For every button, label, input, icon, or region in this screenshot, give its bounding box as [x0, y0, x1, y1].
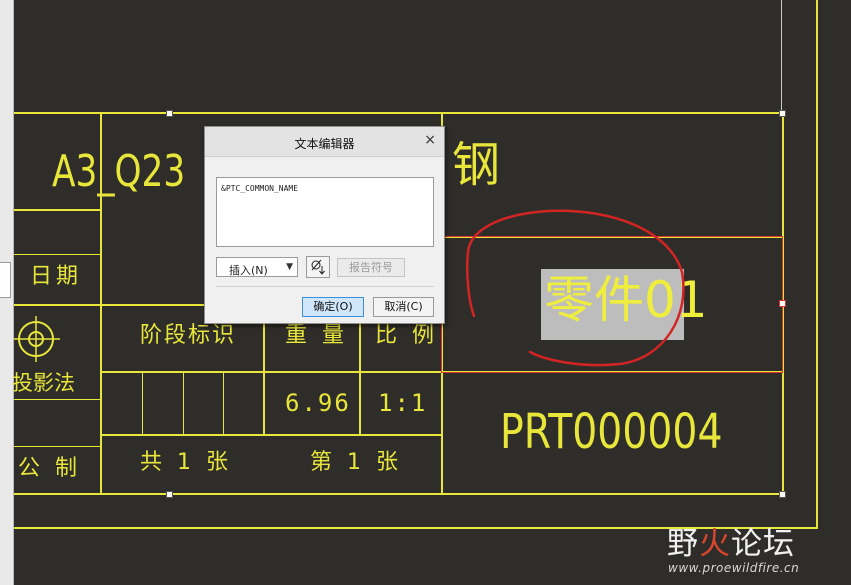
selection-handle[interactable] — [779, 491, 786, 498]
insert-dropdown[interactable]: 插入(N) ▼ — [216, 257, 298, 277]
dialog-title-bar[interactable]: 文本编辑器 × — [205, 127, 444, 157]
text-editor-dialog: 文本编辑器 × &PTC_COMMON_NAME 插入(N) ▼ 报告符号 确定… — [204, 126, 445, 324]
ok-button[interactable]: 确定(O) — [302, 297, 364, 317]
note-text-value: &PTC_COMMON_NAME — [221, 184, 299, 193]
dialog-title: 文本编辑器 — [294, 137, 355, 151]
logo-text-suffix: 论坛 — [731, 526, 795, 562]
chevron-down-icon: ▼ — [286, 262, 293, 272]
forum-url: www.proewildfire.cn — [668, 561, 800, 575]
forum-logo: 野火论坛 — [667, 518, 795, 563]
logo-text-accent: 火 — [699, 526, 731, 562]
selection-handle[interactable] — [779, 300, 786, 307]
note-text-area[interactable]: &PTC_COMMON_NAME — [216, 177, 434, 247]
selection-handle[interactable] — [166, 110, 173, 117]
dialog-divider — [216, 286, 434, 287]
close-icon[interactable]: × — [424, 132, 436, 148]
logo-text-prefix: 野 — [667, 526, 699, 562]
cancel-button[interactable]: 取消(C) — [373, 297, 434, 317]
symbol-palette-icon — [311, 259, 325, 275]
selection-handle[interactable] — [779, 110, 786, 117]
insert-dropdown-label: 插入(N) — [229, 264, 268, 277]
selection-handle[interactable] — [166, 491, 173, 498]
symbol-palette-button[interactable] — [306, 256, 330, 278]
report-symbol-button[interactable]: 报告符号 — [337, 258, 405, 277]
